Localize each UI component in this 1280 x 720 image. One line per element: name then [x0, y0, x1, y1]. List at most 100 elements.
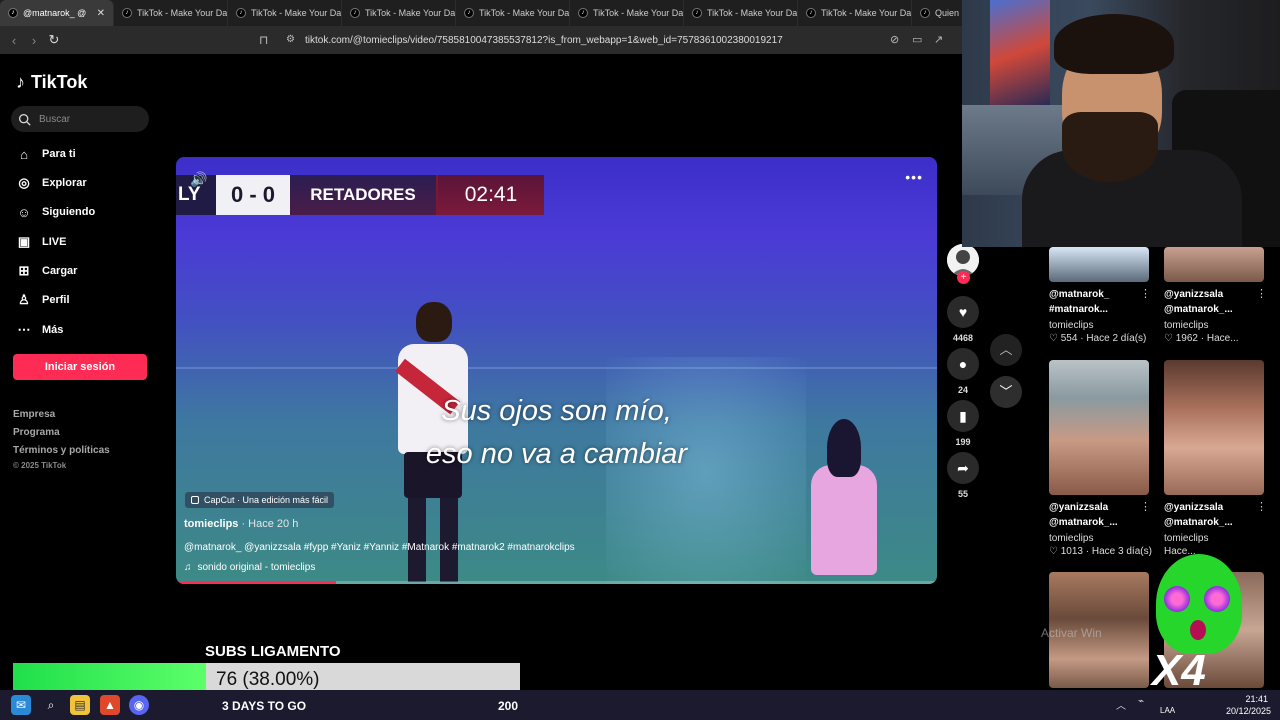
- related-title[interactable]: @yanizzsala @matnarok_...: [1164, 500, 1233, 530]
- search-taskbar-icon[interactable]: ⌕: [41, 695, 61, 715]
- system-clock[interactable]: 21:41 20/12/2025: [1226, 693, 1271, 717]
- capcut-badge[interactable]: CapCut · Una edición más fácil: [185, 492, 335, 508]
- footer-link-empresa[interactable]: Empresa: [13, 409, 55, 420]
- site-info-icon[interactable]: ⚙: [286, 34, 295, 45]
- browser-tab[interactable]: ♪ TikTok - Make Your Da: [114, 0, 228, 26]
- no-tracking-icon[interactable]: ⊘: [890, 33, 899, 46]
- related-title[interactable]: @yanizzsala @matnarok_...: [1164, 287, 1233, 317]
- like-action[interactable]: ♥ 4468: [946, 296, 980, 343]
- related-thumbnail[interactable]: [1164, 360, 1264, 495]
- streamer-hair: [1054, 14, 1174, 74]
- search-icon: [18, 113, 31, 126]
- sidebar-item-live[interactable]: ▣ LIVE: [16, 234, 67, 250]
- scoreboard-score: 0 - 0: [216, 175, 290, 215]
- subtitle-line-1: Sus ojos son mío,: [441, 395, 672, 427]
- live-icon: ▣: [17, 234, 31, 249]
- heart-outline-icon: ♡: [1049, 546, 1058, 557]
- sidebar-item-siguiendo[interactable]: ☺ Siguiendo: [16, 204, 95, 220]
- related-user[interactable]: tomieclips: [1164, 533, 1208, 544]
- volume-icon[interactable]: 🔊: [190, 171, 207, 188]
- browser-tab-bar: ♪ @matnarok_ @ ✕ ♪ TikTok - Make Your Da ♪ T…: [0, 0, 962, 26]
- next-video-button[interactable]: ﹀: [990, 376, 1022, 408]
- screen-cast-icon[interactable]: ▭: [912, 33, 922, 46]
- card-menu-icon[interactable]: ⋮: [1140, 500, 1151, 513]
- tab-label: TikTok - Make Your Da: [137, 8, 228, 18]
- related-title[interactable]: @yanizzsala @matnarok_...: [1049, 500, 1118, 530]
- tiktok-logo[interactable]: ♪ TikTok: [16, 72, 87, 93]
- bookmark-icon[interactable]: ⊓: [259, 33, 268, 47]
- browser-tab[interactable]: ♪ TikTok - Make Your Da: [570, 0, 684, 26]
- video-progress-fill: [176, 581, 336, 584]
- tab-label: TikTok - Make Your Da: [479, 8, 570, 18]
- related-title[interactable]: @matnarok_ #matnarok...: [1049, 287, 1109, 317]
- windows-activation-watermark: Activar Win: [1041, 626, 1102, 640]
- sidebar-item-perfil[interactable]: ♙ Perfil: [16, 292, 69, 308]
- card-menu-icon[interactable]: ⋮: [1256, 287, 1267, 300]
- post-time: · Hace 20 h: [238, 518, 299, 530]
- video-description[interactable]: @matnarok_ @yanizzsala #fypp #Yaniz #Yan…: [184, 542, 575, 553]
- like-count: 4468: [952, 333, 974, 343]
- forward-icon[interactable]: ›: [24, 33, 44, 48]
- browser-tab[interactable]: ♪ TikTok - Make Your Da: [342, 0, 456, 26]
- discord-icon[interactable]: ◉: [129, 695, 149, 715]
- network-icon[interactable]: ⌁: [1138, 696, 1144, 707]
- related-user[interactable]: tomieclips: [1164, 320, 1208, 331]
- related-thumbnail[interactable]: [1049, 247, 1149, 282]
- sidebar-item-mas[interactable]: ⋯ Más: [16, 322, 64, 338]
- follow-plus-icon[interactable]: +: [957, 271, 970, 284]
- tab-label: TikTok - Make Your Da: [365, 8, 456, 18]
- card-menu-icon[interactable]: ⋮: [1256, 500, 1267, 513]
- wall-poster: [990, 0, 1050, 105]
- back-icon[interactable]: ‹: [4, 33, 24, 48]
- video-player[interactable]: LY 0 - 0 RETADORES 02:41 🔊 ••• Sus ojos …: [176, 157, 937, 584]
- browser-tab[interactable]: ♪ Quien: [912, 0, 962, 26]
- sidebar-item-label: Explorar: [42, 177, 87, 189]
- reload-icon[interactable]: ↻: [44, 32, 64, 48]
- tray-chevron-up-icon[interactable]: ︿: [1116, 697, 1126, 712]
- related-stats: ♡ 1013 · Hace 3 día(s): [1049, 546, 1152, 557]
- share-action[interactable]: ➦ 55: [946, 452, 980, 499]
- browser-tab[interactable]: ♪ TikTok - Make Your Da: [684, 0, 798, 26]
- search-input[interactable]: Buscar: [11, 106, 149, 132]
- sidebar-item-explorar[interactable]: ◎ Explorar: [16, 175, 87, 191]
- copyright: © 2025 TikTok: [13, 461, 67, 470]
- close-tab-icon[interactable]: ✕: [97, 8, 105, 19]
- mascot-emote: [1148, 548, 1248, 658]
- more-icon: ⋯: [17, 322, 31, 337]
- video-author[interactable]: tomieclips · Hace 20 h: [184, 518, 298, 530]
- video-sound[interactable]: ♫ sonido original - tomieclips: [184, 562, 315, 573]
- scoreboard-time: 02:41: [438, 175, 544, 215]
- previous-video-button[interactable]: ︿: [990, 334, 1022, 366]
- login-button[interactable]: Iniciar sesión: [13, 354, 147, 380]
- tiktok-favicon-icon: ♪: [692, 8, 702, 18]
- related-thumbnail[interactable]: [1164, 247, 1264, 282]
- browser-tab-active[interactable]: ♪ @matnarok_ @ ✕: [0, 0, 114, 26]
- file-explorer-icon[interactable]: ▤: [70, 695, 90, 715]
- footer-link-programa[interactable]: Programa: [13, 427, 60, 438]
- save-action[interactable]: ▮ 199: [946, 400, 980, 447]
- footer-link-terminos[interactable]: Términos y políticas: [13, 445, 110, 456]
- related-user[interactable]: tomieclips: [1049, 533, 1093, 544]
- browser-tab[interactable]: ♪ TikTok - Make Your Da: [228, 0, 342, 26]
- related-thumbnail[interactable]: [1049, 360, 1149, 495]
- card-menu-icon[interactable]: ⋮: [1140, 287, 1151, 300]
- browser-tab[interactable]: ♪ TikTok - Make Your Da: [456, 0, 570, 26]
- url-field[interactable]: tiktok.com/@tomieclips/video/75858100473…: [305, 35, 783, 46]
- tab-label: Quien: [935, 8, 960, 18]
- sidebar-item-cargar[interactable]: ⊞ Cargar: [16, 263, 78, 279]
- keyboard-language[interactable]: LAA: [1160, 706, 1175, 715]
- more-options-icon[interactable]: •••: [905, 169, 923, 185]
- outlook-icon[interactable]: ✉: [11, 695, 31, 715]
- comment-action[interactable]: ● 24: [946, 348, 980, 395]
- chevron-up-icon: ︿: [999, 342, 1013, 357]
- brave-icon[interactable]: ▲: [100, 695, 120, 715]
- capcut-icon: [191, 496, 199, 504]
- sidebar-item-para-ti[interactable]: ⌂ Para ti: [16, 146, 76, 162]
- tab-label: TikTok - Make Your Da: [251, 8, 342, 18]
- related-stats: ♡ 554 · Hace 2 día(s): [1049, 333, 1147, 344]
- video-progress-bar[interactable]: [176, 581, 937, 584]
- share-icon[interactable]: ↗: [934, 33, 943, 46]
- browser-tab[interactable]: ♪ TikTok - Make Your Da: [798, 0, 912, 26]
- related-user[interactable]: tomieclips: [1049, 320, 1093, 331]
- subs-goal-days: 3 DAYS TO GO: [222, 699, 307, 713]
